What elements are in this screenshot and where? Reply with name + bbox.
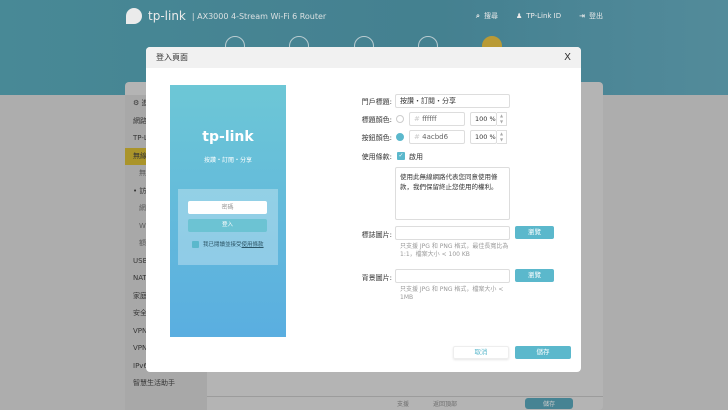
hash-prefix: # bbox=[414, 115, 420, 123]
preview-subtitle: 按讚・訂閱・分享 bbox=[203, 157, 252, 164]
title-opacity-stepper[interactable]: ▲ ▼ bbox=[497, 112, 507, 126]
cancel-button[interactable]: 取消 bbox=[453, 346, 509, 359]
terms-enable-checkbox[interactable]: ✓ bbox=[397, 152, 405, 160]
button-color-input[interactable]: 4acbd6 bbox=[422, 133, 448, 141]
close-icon[interactable]: X bbox=[564, 52, 571, 63]
logo-image-input[interactable] bbox=[395, 226, 510, 240]
terms-enable-label: 啟用 bbox=[409, 153, 423, 161]
title-color-swatch[interactable] bbox=[396, 115, 404, 123]
title-color-label: 標題顏色: bbox=[361, 116, 392, 124]
terms-label: 使用條款: bbox=[361, 153, 392, 161]
button-opacity-input[interactable]: 100 % bbox=[470, 130, 497, 144]
button-color-label: 按鈕顏色: bbox=[361, 134, 392, 142]
title-opacity-input[interactable]: 100 % bbox=[470, 112, 497, 126]
button-color-swatch[interactable] bbox=[396, 133, 404, 141]
portal-title-label: 門戶標題: bbox=[361, 98, 392, 106]
dialog-title: 登入頁面 bbox=[156, 53, 188, 62]
portal-title-input[interactable]: 按讚・訂閱・分享 bbox=[395, 94, 510, 108]
preview-logo: tp-link bbox=[202, 129, 254, 145]
preview-login-button: 登入 bbox=[188, 219, 267, 232]
logo-hint: 只支援 JPG 和 PNG 格式，最佳長寬比為 1:1，檔案大小 < 100 K… bbox=[400, 243, 509, 258]
background-image-label: 背景圖片: bbox=[361, 274, 392, 282]
button-opacity-stepper[interactable]: ▲ ▼ bbox=[497, 130, 507, 144]
login-page-dialog: 登入頁面 X tp-link 按讚・訂閱・分享 密碼 登入 我已閱讀並接受 使用條… bbox=[146, 47, 581, 372]
hash-prefix: # bbox=[414, 133, 420, 141]
preview-checkbox-icon bbox=[192, 240, 199, 248]
background-browse-button[interactable]: 瀏覽 bbox=[515, 269, 554, 282]
title-color-input[interactable]: ffffff bbox=[422, 115, 436, 123]
logo-browse-button[interactable]: 瀏覽 bbox=[515, 226, 554, 239]
portal-preview: tp-link 按讚・訂閱・分享 密碼 登入 我已閱讀並接受 使用條款 bbox=[170, 85, 286, 337]
logo-image-label: 標誌圖片: bbox=[361, 231, 392, 239]
background-image-input[interactable] bbox=[395, 269, 510, 283]
terms-textarea[interactable]: 使用此無線網路代表您同意使用條款，我們保留終止您使用的權利。 bbox=[395, 167, 510, 220]
preview-terms-link: 使用條款 bbox=[241, 242, 264, 248]
background-hint: 只支援 JPG 和 PNG 格式，檔案大小 < 1MB bbox=[400, 286, 504, 301]
preview-password-input: 密碼 bbox=[188, 201, 267, 214]
preview-agree-text: 我已閱讀並接受 bbox=[203, 242, 242, 248]
save-button[interactable]: 儲存 bbox=[515, 346, 571, 359]
